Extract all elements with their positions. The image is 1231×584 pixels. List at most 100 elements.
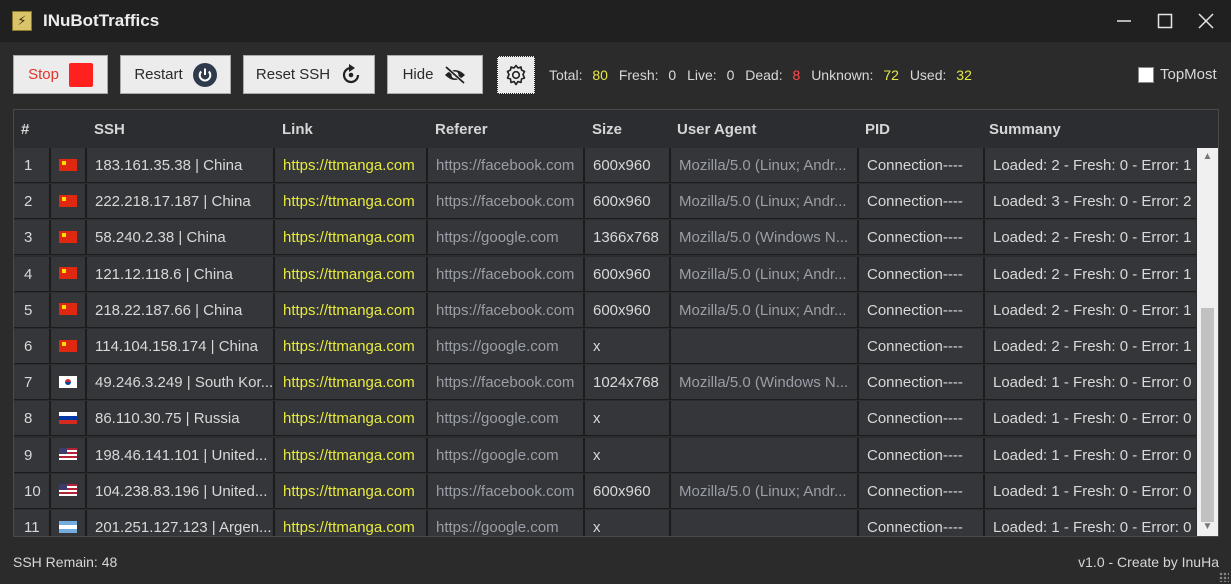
column-header-summary[interactable]: Summany [989, 121, 1061, 138]
row-referer: https://facebook.com [428, 473, 585, 509]
table-row[interactable]: 9 198.46.141.101 | United... https://ttman… [14, 437, 1196, 474]
row-link: https://ttmanga.com [275, 365, 428, 401]
row-size: 600x960 [585, 292, 671, 328]
row-referer: https://facebook.com [428, 256, 585, 292]
row-number: 3 [14, 220, 51, 256]
total-value: 80 [592, 67, 608, 83]
row-ssh: 218.22.187.66 | China [87, 292, 275, 328]
row-summary: Loaded: 2 - Fresh: 0 - Error: 1 [985, 256, 1196, 292]
row-flag [51, 473, 87, 509]
table-row[interactable]: 7 49.246.3.249 | South Kor... https://ttma… [14, 365, 1196, 401]
hide-label: Hide [402, 66, 434, 83]
resize-grip-icon[interactable] [1219, 572, 1229, 582]
stop-button[interactable]: Stop [13, 55, 108, 94]
row-summary: Loaded: 2 - Fresh: 0 - Error: 1 [985, 220, 1196, 256]
column-header-num[interactable]: # [21, 121, 29, 138]
live-value: 0 [726, 67, 735, 83]
row-link: https://ttmanga.com [275, 148, 428, 183]
row-user-agent: Mozilla/5.0 (Linux; Andr... [671, 473, 859, 509]
row-number: 8 [14, 401, 51, 437]
fresh-label: Fresh: [618, 67, 659, 83]
table-row[interactable]: 1 183.161.35.38 | China https://ttmanga.co… [14, 148, 1196, 184]
flag-kr-icon [59, 375, 77, 388]
topmost-checkbox[interactable]: TopMost [1138, 66, 1217, 83]
row-ssh: 222.218.17.187 | China [87, 184, 275, 220]
hide-button[interactable]: Hide [387, 55, 483, 94]
table-row[interactable]: 2 222.218.17.187 | China https://ttmanga.c… [14, 184, 1196, 220]
column-header-size[interactable]: Size [592, 121, 622, 138]
row-user-agent: Mozilla/5.0 (Windows N... [671, 220, 859, 256]
table-row[interactable]: 8 86.110.30.75 | Russia https://ttmanga.co… [14, 401, 1196, 437]
row-ssh: 86.110.30.75 | Russia [87, 401, 275, 437]
row-pid: Connection---- [859, 220, 985, 256]
row-summary: Loaded: 1 - Fresh: 0 - Error: 0 [985, 401, 1196, 437]
flag-cn-icon [59, 267, 77, 280]
column-header-link[interactable]: Link [282, 121, 313, 138]
title-bar: ⚡ INuBotTraffics [0, 0, 1231, 42]
dead-value: 8 [792, 67, 801, 83]
table-row[interactable]: 6 114.104.158.174 | China https://ttmanga.… [14, 329, 1196, 365]
column-header-referer[interactable]: Referer [435, 121, 488, 138]
row-flag [51, 184, 87, 220]
flag-us-icon [59, 484, 77, 497]
row-link: https://ttmanga.com [275, 329, 428, 364]
row-summary: Loaded: 2 - Fresh: 0 - Error: 1 [985, 292, 1196, 328]
row-ssh: 183.161.35.38 | China [87, 148, 275, 183]
stop-icon [68, 62, 93, 87]
row-ssh: 201.251.127.123 | Argen... [87, 510, 275, 536]
scroll-thumb[interactable] [1201, 308, 1214, 522]
row-pid: Connection---- [859, 148, 985, 183]
row-flag [51, 148, 87, 183]
row-size: x [585, 437, 671, 473]
flag-ar-icon [59, 520, 77, 533]
scroll-up-icon[interactable]: ▲ [1197, 148, 1218, 166]
table-row[interactable]: 11 201.251.127.123 | Argen... https://ttma… [14, 510, 1196, 536]
reset-icon [343, 63, 360, 83]
row-user-agent: Mozilla/5.0 (Linux; Andr... [671, 184, 859, 220]
column-header-ssh[interactable]: SSH [94, 121, 125, 138]
flag-cn-icon [59, 303, 77, 316]
maximize-icon [1157, 13, 1173, 29]
close-button[interactable] [1189, 6, 1223, 36]
row-link: https://ttmanga.com [275, 256, 428, 292]
row-size: 600x960 [585, 256, 671, 292]
used-value: 32 [956, 67, 972, 83]
row-referer: https://google.com [428, 220, 585, 256]
gear-icon [506, 64, 526, 86]
row-link: https://ttmanga.com [275, 437, 428, 473]
reset-ssh-label: Reset SSH [255, 66, 331, 83]
restart-button[interactable]: Restart [120, 55, 231, 94]
row-number: 6 [14, 329, 51, 364]
column-header-user-agent[interactable]: User Agent [677, 121, 756, 138]
unknown-value: 72 [883, 67, 899, 83]
row-user-agent: Mozilla/5.0 (Linux; Andr... [671, 292, 859, 328]
maximize-button[interactable] [1148, 6, 1182, 36]
row-summary: Loaded: 1 - Fresh: 0 - Error: 0 [985, 437, 1196, 473]
row-flag [51, 329, 87, 364]
row-number: 7 [14, 365, 51, 401]
row-number: 1 [14, 148, 51, 183]
table-row[interactable]: 3 58.240.2.38 | China https://ttmanga.com h… [14, 220, 1196, 256]
row-pid: Connection---- [859, 473, 985, 509]
table-row[interactable]: 10 104.238.83.196 | United... https://ttma… [14, 473, 1196, 510]
column-header-pid[interactable]: PID [865, 121, 890, 138]
row-user-agent: Mozilla/5.0 (Linux; Andr... [671, 148, 859, 183]
vertical-scrollbar[interactable]: ▲ ▼ [1197, 148, 1218, 536]
row-ssh: 58.240.2.38 | China [87, 220, 275, 256]
fresh-value: 0 [668, 67, 677, 83]
settings-button[interactable] [497, 56, 535, 94]
row-pid: Connection---- [859, 256, 985, 292]
row-user-agent: Mozilla/5.0 (Windows N... [671, 365, 859, 401]
reset-ssh-button[interactable]: Reset SSH [243, 55, 375, 94]
scroll-down-icon[interactable]: ▼ [1197, 518, 1218, 536]
checkbox-icon[interactable] [1138, 66, 1154, 83]
row-flag [51, 220, 87, 256]
ssh-remain-text: SSH Remain: 48 [13, 554, 118, 570]
minimize-button[interactable] [1107, 6, 1141, 36]
table-row[interactable]: 5 218.22.187.66 | China https://ttmanga.co… [14, 292, 1196, 329]
row-referer: https://facebook.com [428, 184, 585, 220]
row-number: 11 [14, 510, 51, 536]
status-bar: SSH Remain: 48 v1.0 - Create by InuHa [0, 545, 1231, 584]
table-row[interactable]: 4 121.12.118.6 | China https://ttmanga.com… [14, 256, 1196, 293]
row-link: https://ttmanga.com [275, 510, 428, 536]
